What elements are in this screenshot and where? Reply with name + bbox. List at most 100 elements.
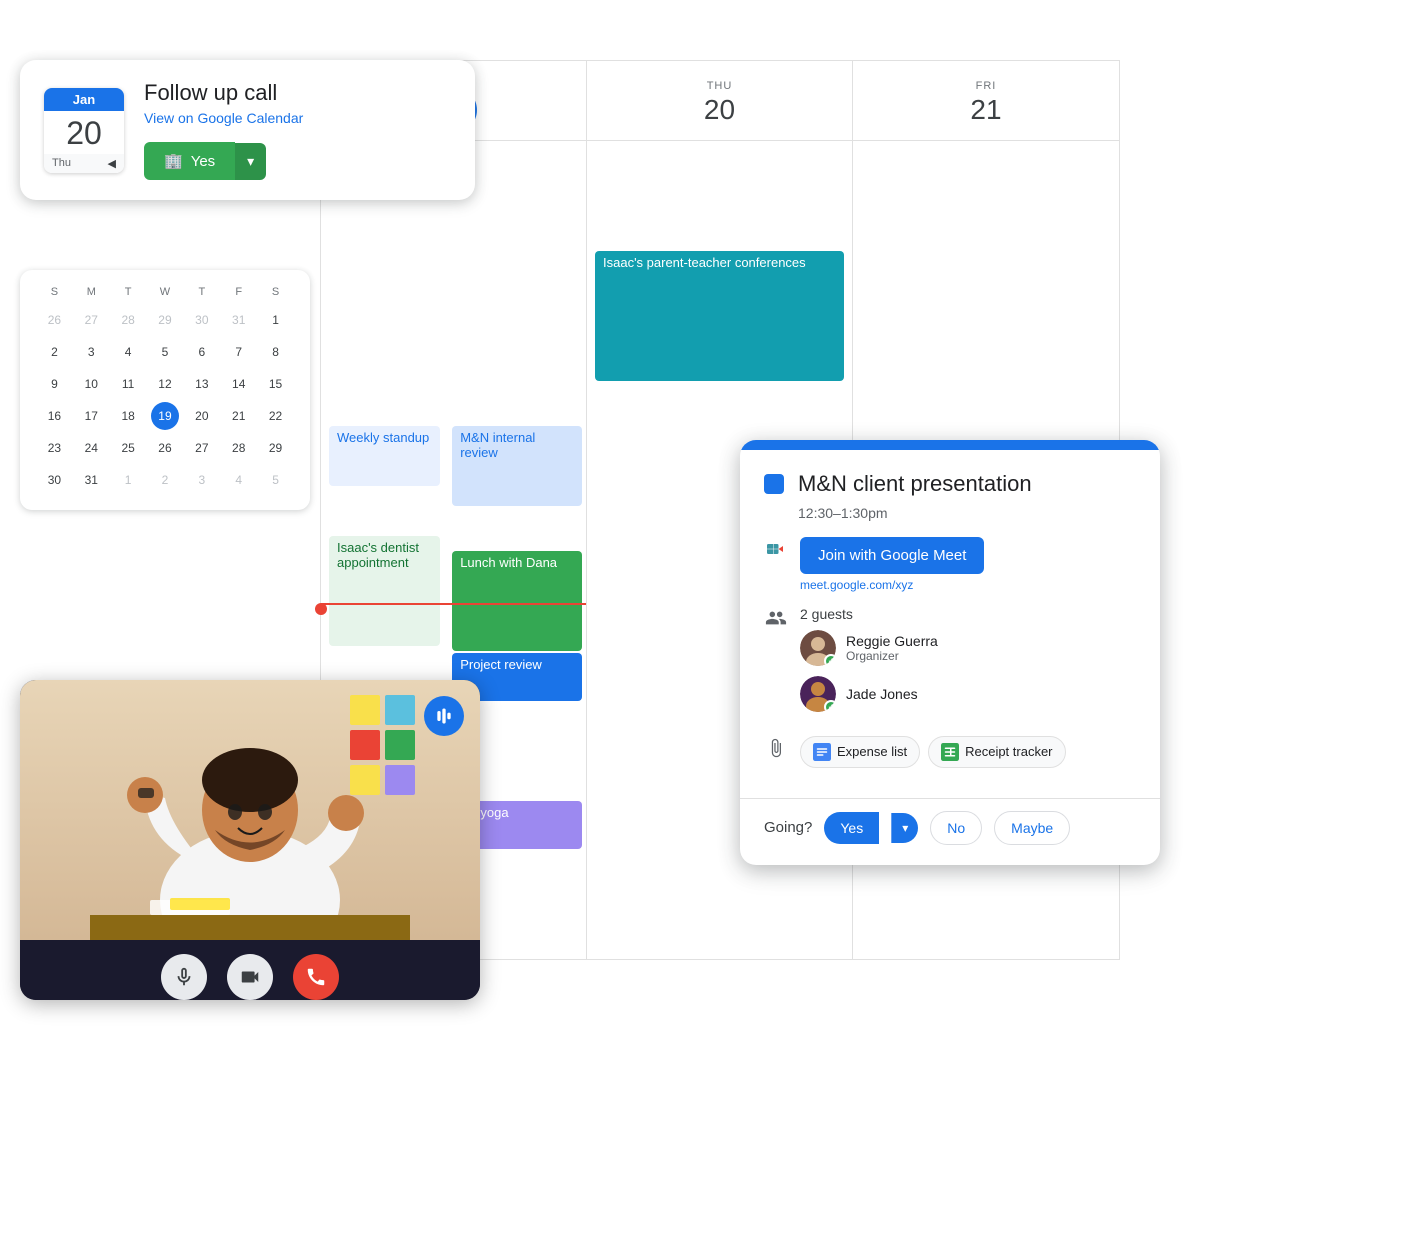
going-yes-button[interactable]: Yes bbox=[824, 812, 879, 844]
mini-day-w: W bbox=[147, 286, 184, 298]
mute-button[interactable] bbox=[161, 954, 207, 1000]
rsvp-yes-dropdown[interactable]: ▾ bbox=[235, 143, 266, 180]
mini-day-s1: S bbox=[36, 286, 73, 298]
event-color-indicator bbox=[764, 474, 784, 494]
going-maybe-button[interactable]: Maybe bbox=[994, 811, 1070, 845]
cal-icon-dayname: Thu bbox=[52, 157, 71, 170]
mini-cal-grid: 26 27 28 29 30 31 1 2 3 4 5 6 7 8 9 10 1… bbox=[36, 306, 294, 494]
mini-cal-header: S M T W T F S bbox=[36, 286, 294, 298]
event-card-title: M&N client presentation bbox=[798, 470, 1032, 499]
jade-name: Jade Jones bbox=[846, 686, 918, 702]
guest-row-reggie: ✓ Reggie Guerra Organizer bbox=[800, 630, 938, 666]
event-weekly-standup[interactable]: Weekly standup bbox=[329, 426, 440, 486]
mini-date[interactable]: 27 bbox=[188, 434, 216, 462]
mini-date[interactable]: 1 bbox=[114, 466, 142, 494]
jade-info: Jade Jones bbox=[846, 686, 918, 702]
cal-header-fri[interactable]: FRI 21 bbox=[853, 61, 1119, 145]
mini-date[interactable]: 10 bbox=[77, 370, 105, 398]
attachment-icon bbox=[764, 736, 788, 760]
mini-calendar: S M T W T F S 26 27 28 29 30 31 1 2 3 4 … bbox=[20, 270, 310, 510]
mini-date[interactable]: 22 bbox=[262, 402, 290, 430]
video-person-area bbox=[20, 680, 480, 940]
mini-date[interactable]: 17 bbox=[77, 402, 105, 430]
mini-date[interactable]: 26 bbox=[40, 306, 68, 334]
time-indicator bbox=[321, 603, 586, 605]
standup-text: Weekly standup bbox=[337, 430, 429, 445]
receipt-tracker-chip[interactable]: Receipt tracker bbox=[928, 736, 1065, 768]
jade-check-icon: ✓ bbox=[824, 700, 836, 712]
meet-link[interactable]: meet.google.com/xyz bbox=[800, 578, 984, 592]
mini-date[interactable]: 30 bbox=[188, 306, 216, 334]
mini-date[interactable]: 8 bbox=[262, 338, 290, 366]
view-on-calendar-link[interactable]: View on Google Calendar bbox=[144, 110, 303, 126]
guests-row: 2 guests ✓ Reggie Guerra Orga bbox=[764, 606, 1136, 722]
cal-header-thu[interactable]: THU 20 bbox=[587, 61, 853, 145]
hang-up-button[interactable] bbox=[293, 954, 339, 1000]
mini-date[interactable]: 3 bbox=[77, 338, 105, 366]
mini-date[interactable]: 13 bbox=[188, 370, 216, 398]
event-parent-teacher[interactable]: Isaac's parent-teacher conferences bbox=[595, 251, 844, 381]
join-meet-button[interactable]: Join with Google Meet bbox=[800, 537, 984, 574]
guests-info: 2 guests ✓ Reggie Guerra Orga bbox=[800, 606, 938, 722]
mini-date[interactable]: 3 bbox=[188, 466, 216, 494]
mini-date[interactable]: 6 bbox=[188, 338, 216, 366]
going-yes-dropdown[interactable]: ▾ bbox=[891, 813, 918, 843]
mini-date[interactable]: 16 bbox=[40, 402, 68, 430]
rsvp-yes-button[interactable]: 🏢 Yes bbox=[144, 142, 235, 180]
mini-date[interactable]: 21 bbox=[225, 402, 253, 430]
event-dentist[interactable]: Isaac's dentist appointment bbox=[329, 536, 440, 646]
receipt-tracker-label: Receipt tracker bbox=[965, 744, 1052, 759]
google-meet-icon bbox=[764, 537, 788, 561]
mini-date[interactable]: 7 bbox=[225, 338, 253, 366]
mini-date[interactable]: 9 bbox=[40, 370, 68, 398]
going-label: Going? bbox=[764, 819, 812, 836]
video-controls bbox=[20, 940, 480, 1000]
reggie-avatar: ✓ bbox=[800, 630, 836, 666]
mini-date[interactable]: 28 bbox=[225, 434, 253, 462]
mini-date[interactable]: 5 bbox=[151, 338, 179, 366]
project-review-text: Project review bbox=[460, 657, 542, 672]
mini-date[interactable]: 5 bbox=[262, 466, 290, 494]
yes-icon: 🏢 bbox=[164, 152, 183, 170]
thu-label: THU bbox=[707, 80, 733, 92]
expense-list-chip[interactable]: Expense list bbox=[800, 736, 920, 768]
mini-date-today[interactable]: 19 bbox=[151, 402, 179, 430]
mini-date[interactable]: 1 bbox=[262, 306, 290, 334]
mini-date[interactable]: 18 bbox=[114, 402, 142, 430]
mini-date[interactable]: 26 bbox=[151, 434, 179, 462]
mini-date[interactable]: 15 bbox=[262, 370, 290, 398]
mini-date[interactable]: 20 bbox=[188, 402, 216, 430]
mini-date[interactable]: 12 bbox=[151, 370, 179, 398]
mini-date[interactable]: 29 bbox=[151, 306, 179, 334]
mini-date[interactable]: 4 bbox=[225, 466, 253, 494]
mini-date[interactable]: 27 bbox=[77, 306, 105, 334]
mini-date[interactable]: 31 bbox=[77, 466, 105, 494]
expense-list-label: Expense list bbox=[837, 744, 907, 759]
mini-date[interactable]: 30 bbox=[40, 466, 68, 494]
meet-info: Join with Google Meet meet.google.com/xy… bbox=[800, 537, 984, 592]
follow-up-card: Jan 20 Thu ◀ Follow up call View on Goog… bbox=[20, 60, 475, 200]
event-mn-internal[interactable]: M&N internal review bbox=[452, 426, 582, 506]
mini-date[interactable]: 2 bbox=[151, 466, 179, 494]
mini-date[interactable]: 25 bbox=[114, 434, 142, 462]
event-lunch-dana[interactable]: Lunch with Dana bbox=[452, 551, 582, 651]
mini-date[interactable]: 29 bbox=[262, 434, 290, 462]
mini-date[interactable]: 24 bbox=[77, 434, 105, 462]
mini-date[interactable]: 28 bbox=[114, 306, 142, 334]
mini-date[interactable]: 11 bbox=[114, 370, 142, 398]
mini-date[interactable]: 14 bbox=[225, 370, 253, 398]
attachments-row: Expense list Receipt tracker bbox=[764, 736, 1136, 784]
mini-date[interactable]: 23 bbox=[40, 434, 68, 462]
video-toggle-button[interactable] bbox=[227, 954, 273, 1000]
person-svg bbox=[90, 680, 410, 940]
going-no-button[interactable]: No bbox=[930, 811, 982, 845]
mini-date[interactable]: 4 bbox=[114, 338, 142, 366]
guests-icon bbox=[764, 606, 788, 630]
calendar-icon-widget: Jan 20 Thu ◀ bbox=[44, 88, 124, 173]
cal-icon-triangle: ◀ bbox=[108, 157, 116, 170]
fri-label: FRI bbox=[976, 80, 997, 92]
card-divider bbox=[740, 798, 1160, 799]
mini-date[interactable]: 2 bbox=[40, 338, 68, 366]
thu-number: 20 bbox=[704, 94, 735, 126]
mini-date[interactable]: 31 bbox=[225, 306, 253, 334]
